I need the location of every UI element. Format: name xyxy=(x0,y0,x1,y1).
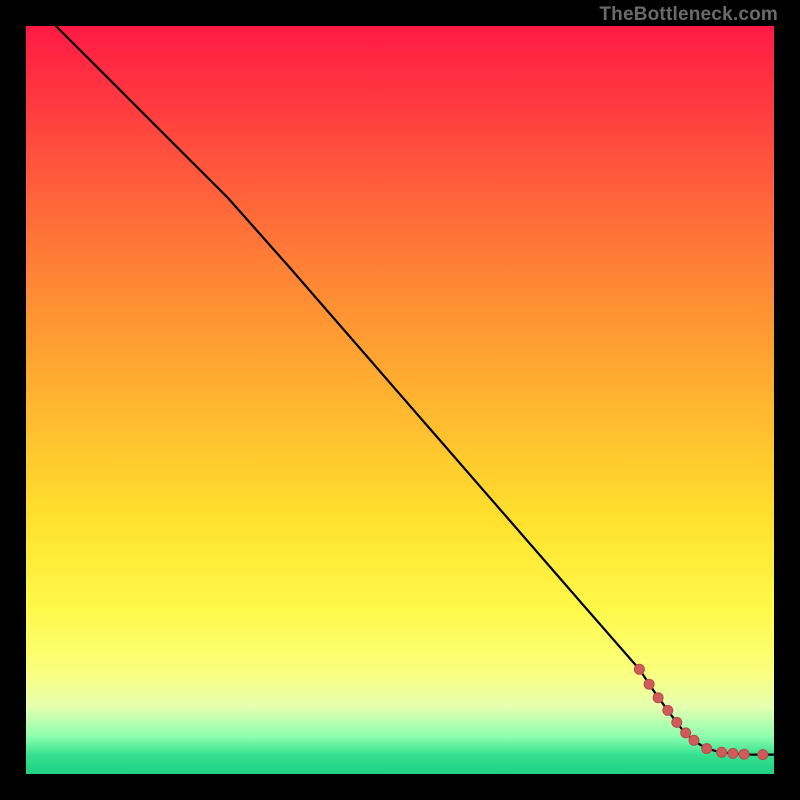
curve-marker xyxy=(702,744,712,754)
chart-stage: TheBottleneck.com xyxy=(0,0,800,800)
curve-marker xyxy=(672,717,682,727)
bottleneck-curve xyxy=(56,26,774,755)
curve-marker xyxy=(634,664,644,674)
curve-marker xyxy=(717,747,727,757)
curve-marker xyxy=(663,705,673,715)
curve-marker xyxy=(728,748,738,758)
chart-svg xyxy=(26,26,774,774)
curve-marker xyxy=(653,693,663,703)
curve-marker xyxy=(758,750,768,760)
curve-marker xyxy=(689,735,699,745)
watermark-text: TheBottleneck.com xyxy=(599,4,778,26)
curve-marker xyxy=(739,749,749,759)
curve-marker xyxy=(644,679,654,689)
curve-marker xyxy=(681,728,691,738)
